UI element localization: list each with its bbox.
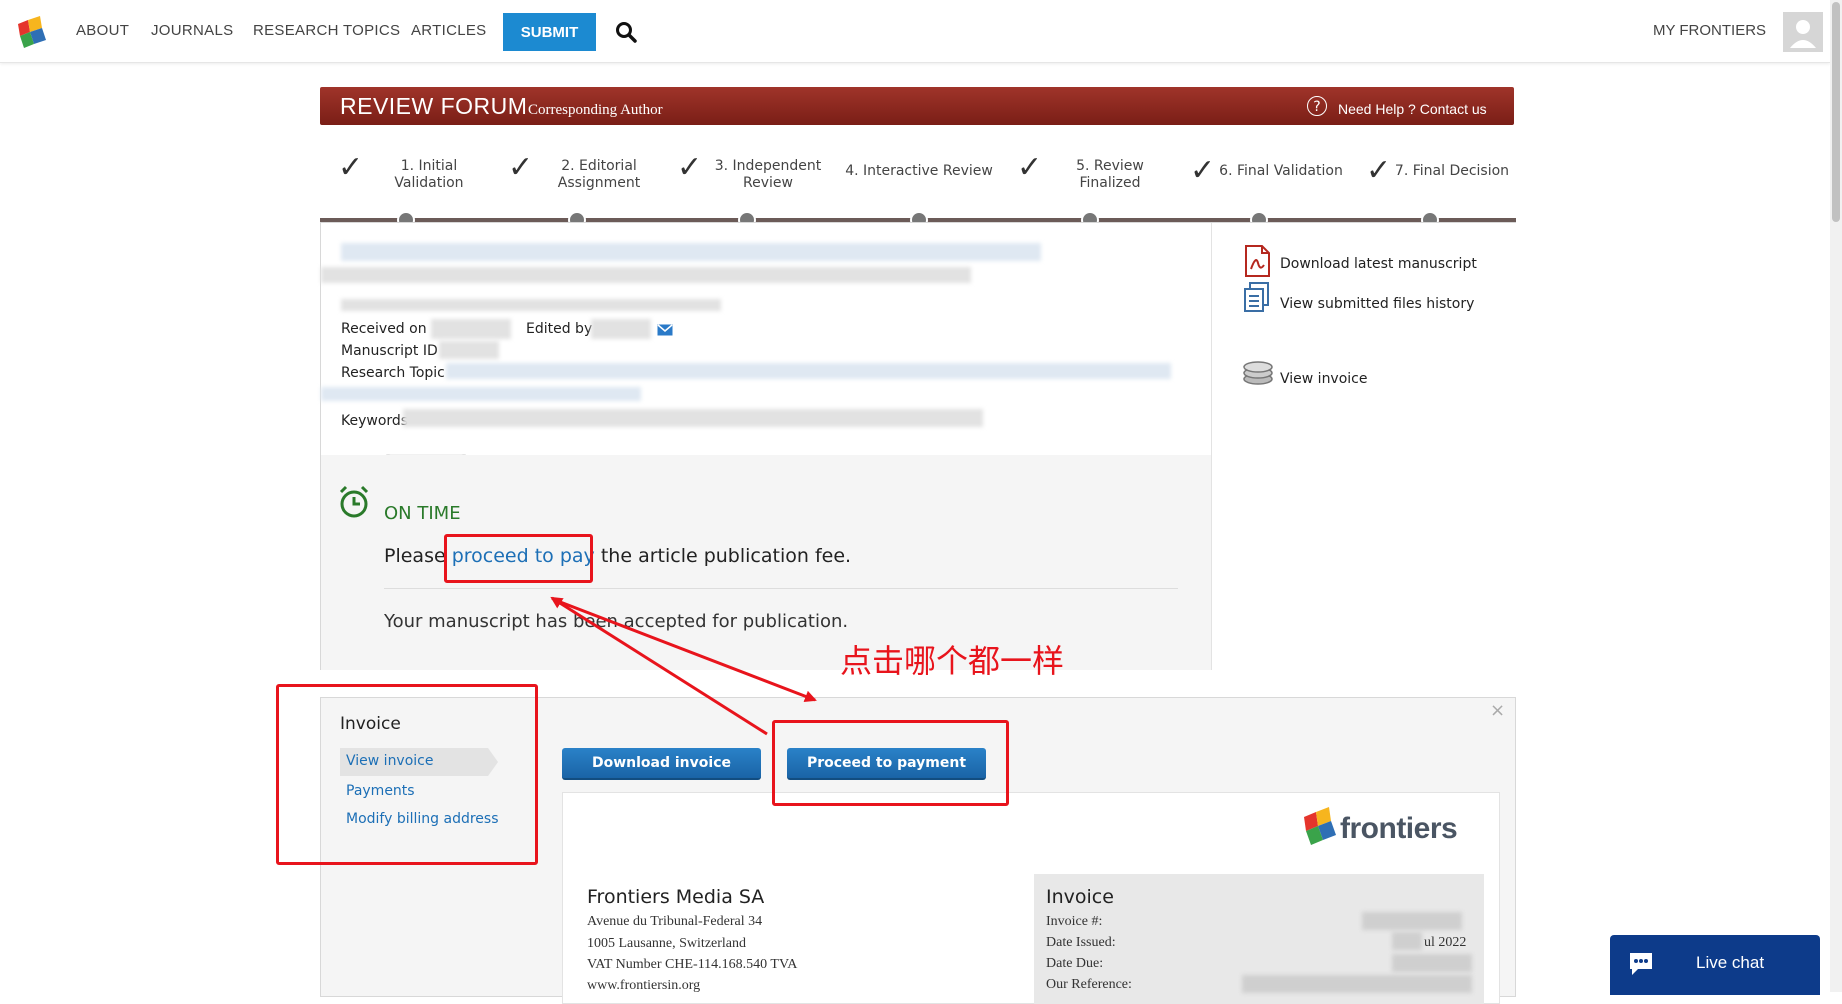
payment-message-suffix: the article publication fee. [600,545,852,567]
view-files-history-link[interactable]: View submitted files history [1280,296,1474,312]
frontiers-brand-text: frontiers [1340,812,1458,845]
step-3-check-icon: ✓ [677,150,703,185]
step-7-label: 7. Final Decision [1394,163,1510,179]
pdf-icon [1245,245,1270,277]
date-issued-label: Date Issued: [1046,935,1116,950]
download-invoice-button[interactable]: Download invoice [562,748,761,780]
step-1-label: 1. Initial Validation [394,158,464,191]
step-6-label: 6. Final Validation [1219,163,1343,179]
on-time-status: ON TIME [384,503,461,524]
redacted-authors [321,267,971,283]
step-4-label: 4. Interactive Review [845,163,993,179]
live-chat-label: Live chat [1696,953,1765,972]
step-1-check-icon: ✓ [338,150,364,185]
annotation-box-payment-button [772,720,1009,806]
our-reference-label: Our Reference: [1046,977,1132,992]
redacted-editor [591,319,651,339]
redacted-title [341,243,1041,261]
review-forum-header: REVIEW FORUM Corresponding Author ? Need… [320,87,1514,125]
accepted-message: Your manuscript has been accepted for pu… [384,611,849,632]
invoice-summary-title: Invoice [1046,886,1114,908]
address-line-2: 1005 Lausanne, Switzerland [587,936,747,951]
annotation-box-pay-link [444,534,593,583]
close-invoice-icon[interactable]: × [1490,700,1505,721]
annotation-text: 点击哪个都一样 [840,642,1065,680]
manuscript-id-label: Manuscript ID [341,343,438,359]
vertical-scrollbar[interactable] [1830,0,1842,992]
nav-articles[interactable]: ARTICLES [411,22,486,39]
keywords-label: Keywords [341,413,409,429]
step-5-label: 5. Review Finalized [1076,158,1144,191]
date-due-label: Date Due: [1046,956,1104,971]
manuscript-actions: Download latest manuscript View submitte… [1211,223,1517,670]
redacted-research-topic-line2 [321,387,641,401]
scrollbar-thumb[interactable] [1832,2,1840,222]
nav-journals[interactable]: JOURNALS [151,22,233,39]
step-2-check-icon: ✓ [508,150,534,185]
vat-number: VAT Number CHE-114.168.540 TVA [587,957,798,972]
redacted-reference [1242,975,1472,993]
coins-icon [1243,361,1273,385]
address-line-1: Avenue du Tribunal-Federal 34 [587,914,763,929]
help-contact-link[interactable]: Need Help ? Contact us [1338,101,1487,117]
company-name: Frontiers Media SA [587,886,765,908]
frontiers-brand-logo-icon [1304,807,1336,845]
redacted-keywords [403,409,983,427]
user-icon [1790,20,1816,48]
envelope-icon[interactable] [657,324,673,336]
files-history-icon [1244,282,1269,312]
research-topic-label: Research Topic [341,365,445,381]
step-6-check-icon: ✓ [1190,153,1216,188]
manuscript-card: Received on Edited by Manuscript ID Rese… [320,222,1517,670]
step-7-check-icon: ✓ [1366,153,1392,188]
annotation-box-invoice-menu [276,684,538,865]
forum-title: REVIEW FORUM [340,93,528,119]
top-navigation: ABOUT JOURNALS RESEARCH TOPICS ARTICLES … [0,0,1830,63]
redacted-manuscript-id [439,341,499,359]
redacted-research-topic [446,363,1171,379]
view-invoice-link[interactable]: View invoice [1280,371,1368,387]
step-2-label: 2. Editorial Assignment [557,158,641,191]
redacted-affiliations [341,299,721,311]
alarm-clock-icon [339,485,369,518]
live-chat-button[interactable]: Live chat [1610,935,1820,995]
manuscript-details: Received on Edited by Manuscript ID Rese… [321,223,1211,456]
search-icon[interactable] [615,21,637,43]
frontiers-logo-icon[interactable] [16,14,48,50]
submit-button[interactable]: SUBMIT [503,13,596,51]
date-issued-value: ul 2022 [1424,935,1467,950]
received-label: Received on [341,321,427,337]
my-frontiers-link[interactable]: MY FRONTIERS [1653,22,1766,39]
help-icon[interactable]: ? [1307,96,1327,116]
nav-research-topics[interactable]: RESEARCH TOPICS [253,22,400,39]
step-3-label: 3. Independent Review [714,158,822,191]
redacted-invoice-number [1362,912,1462,930]
redacted-date-issued [1392,932,1422,950]
nav-about[interactable]: ABOUT [76,22,129,39]
step-5-check-icon: ✓ [1017,150,1043,185]
invoice-number-label: Invoice #: [1046,914,1103,929]
forum-role: Corresponding Author [528,102,663,118]
payment-message-prefix: Please [384,545,446,567]
status-divider [384,588,1178,589]
redacted-date-due [1392,954,1472,972]
redacted-received-date [431,319,511,339]
chat-bubble-icon [1630,953,1652,975]
download-manuscript-link[interactable]: Download latest manuscript [1280,256,1477,272]
avatar[interactable] [1783,12,1823,52]
edited-label: Edited by [526,321,593,337]
